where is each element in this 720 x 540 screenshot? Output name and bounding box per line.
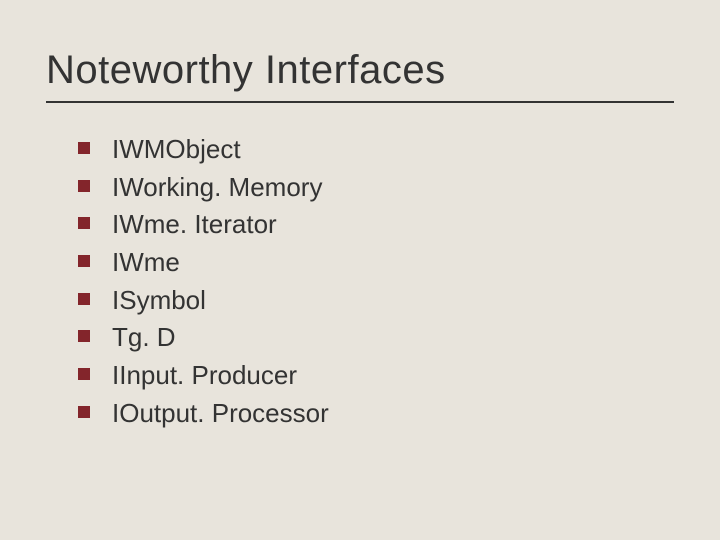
list-item: IInput. Producer: [78, 357, 674, 395]
slide-title: Noteworthy Interfaces: [46, 48, 674, 93]
list-item: Tg. D: [78, 319, 674, 357]
title-underline: [46, 101, 674, 103]
list-item-label: IOutput. Processor: [112, 398, 329, 428]
list-item: IWMObject: [78, 131, 674, 169]
list-item-label: Tg. D: [112, 322, 176, 352]
bullet-list: IWMObject IWorking. Memory IWme. Iterato…: [46, 131, 674, 433]
list-item: IOutput. Processor: [78, 395, 674, 433]
list-item-label: ISymbol: [112, 285, 206, 315]
list-item-label: IWorking. Memory: [112, 172, 322, 202]
list-item-label: IInput. Producer: [112, 360, 297, 390]
list-item: IWme. Iterator: [78, 206, 674, 244]
list-item-label: IWme. Iterator: [112, 209, 277, 239]
slide: Noteworthy Interfaces IWMObject IWorking…: [0, 0, 720, 540]
list-item: IWme: [78, 244, 674, 282]
list-item: IWorking. Memory: [78, 169, 674, 207]
list-item-label: IWMObject: [112, 134, 241, 164]
list-item-label: IWme: [112, 247, 180, 277]
list-item: ISymbol: [78, 282, 674, 320]
